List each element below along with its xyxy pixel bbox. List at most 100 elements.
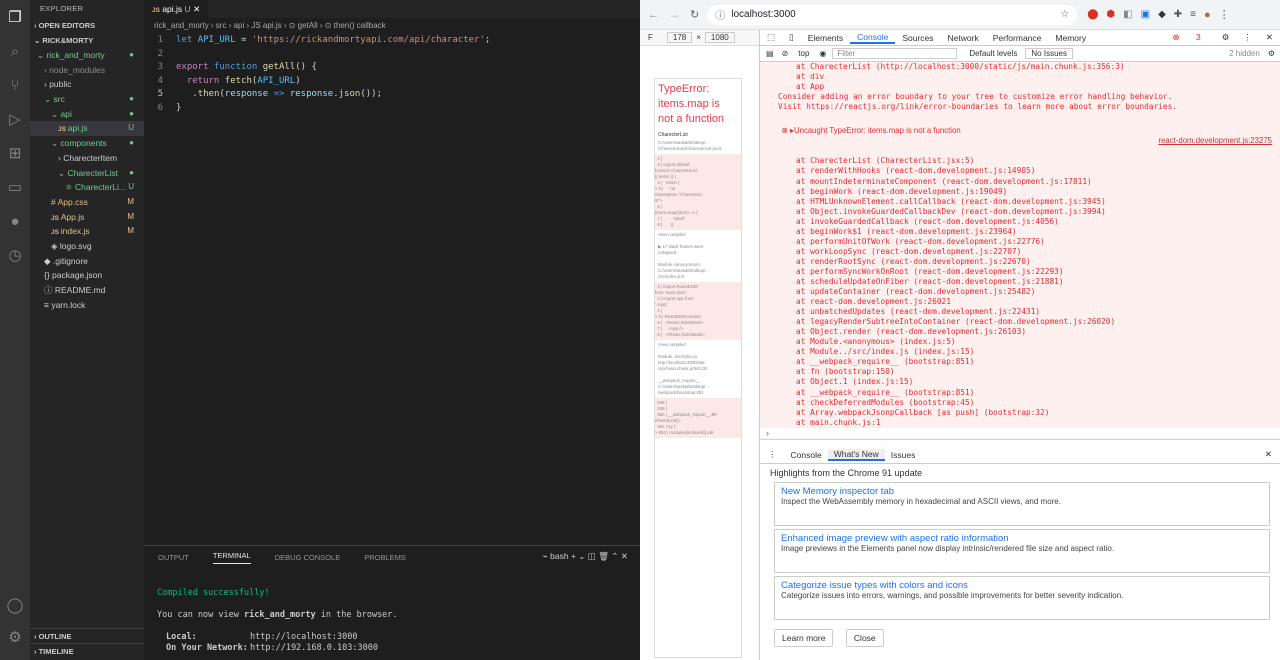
run-debug-icon[interactable]: ▷ bbox=[0, 102, 30, 136]
tree-item[interactable]: ⚛ CharecterLi... U bbox=[30, 180, 144, 195]
stack-frame[interactable]: at workLoopSync (react-dom.development.j… bbox=[760, 247, 1280, 257]
extension-icon-2[interactable]: ◧ bbox=[1123, 9, 1132, 20]
stack-frame[interactable]: at beginWork$1 (react-dom.development.js… bbox=[760, 227, 1280, 237]
split-icon[interactable]: ◫ bbox=[588, 551, 596, 561]
filter-input[interactable]: Filter bbox=[832, 48, 958, 59]
tree-item[interactable]: ≡ yarn.lock bbox=[30, 298, 144, 313]
eye-icon[interactable]: ◉ bbox=[819, 49, 826, 58]
levels-select[interactable]: Default levels bbox=[969, 49, 1017, 58]
panel-tab-output[interactable]: OUTPUT bbox=[158, 553, 189, 562]
console-prompt[interactable]: › bbox=[760, 427, 1280, 438]
panel-tab-debug-console[interactable]: DEBUG CONSOLE bbox=[275, 553, 340, 562]
close-button[interactable]: Close bbox=[845, 629, 884, 647]
tree-item[interactable]: {} package.json bbox=[30, 268, 144, 283]
back-icon[interactable]: ← bbox=[648, 9, 659, 21]
stack-frame[interactable]: at updateContainer (react-dom.developmen… bbox=[760, 287, 1280, 297]
tree-item[interactable]: ⌄ components ● bbox=[30, 136, 144, 151]
timeline-section[interactable]: › TIMELINE bbox=[30, 643, 144, 658]
github-icon[interactable]: ● bbox=[0, 204, 30, 238]
tab-memory[interactable]: Memory bbox=[1048, 33, 1093, 43]
console-settings-icon[interactable]: ⚙ bbox=[1268, 49, 1275, 58]
avatar[interactable]: ● bbox=[1204, 9, 1211, 21]
close-icon[interactable]: ✕ bbox=[193, 4, 200, 14]
drawer-close-icon[interactable]: ✕ bbox=[1265, 449, 1272, 460]
add-terminal-icon[interactable]: + bbox=[571, 551, 576, 561]
code-editor[interactable]: 1 let API_URL = 'https://rickandmortyapi.… bbox=[144, 34, 640, 115]
info-icon[interactable]: ⓘ bbox=[715, 7, 725, 22]
stack-frame[interactable]: at performUnitOfWork (react-dom.developm… bbox=[760, 237, 1280, 247]
whats-new-card[interactable]: Enhanced image preview with aspect ratio… bbox=[774, 529, 1270, 573]
tab-elements[interactable]: Elements bbox=[801, 33, 850, 43]
extensions-icon[interactable]: ⊞ bbox=[0, 136, 30, 170]
tree-item[interactable]: ⌄ api ● bbox=[30, 107, 144, 122]
remote-icon[interactable]: ▭ bbox=[0, 170, 30, 204]
tree-item[interactable]: JS index.js M bbox=[30, 224, 144, 239]
extension-icon-4[interactable]: ◆ bbox=[1158, 9, 1166, 20]
extension-icon-3[interactable]: ▣ bbox=[1141, 9, 1150, 20]
tree-item[interactable]: ⌄ rick_and_morty ● bbox=[30, 48, 144, 63]
adblock-icon[interactable]: ⬢ bbox=[1106, 9, 1115, 20]
height-input[interactable]: 1080 bbox=[704, 32, 735, 43]
width-input[interactable]: 178 bbox=[666, 32, 693, 43]
stack-frame[interactable]: at beginWork (react-dom.development.js:1… bbox=[760, 187, 1280, 197]
tab-api-js[interactable]: JS api.js U ✕ bbox=[144, 0, 209, 18]
sidebar-toggle-icon[interactable]: ▤ bbox=[766, 49, 774, 58]
tree-item[interactable]: ◈ logo.svg bbox=[30, 239, 144, 254]
tab-network[interactable]: Network bbox=[941, 33, 986, 43]
stack-frame[interactable]: at renderRootSync (react-dom.development… bbox=[760, 257, 1280, 267]
forward-icon[interactable]: → bbox=[669, 9, 680, 21]
inspect-icon[interactable]: ⬚ bbox=[760, 32, 782, 43]
media-icon[interactable]: ≡ bbox=[1190, 9, 1196, 20]
stack-frame[interactable]: at unbatchedUpdates (react-dom.developme… bbox=[760, 307, 1280, 317]
explorer-icon[interactable]: ❐ bbox=[0, 0, 30, 34]
uncaught-error[interactable]: ⊗ ▸Uncaught TypeError: items.map is not … bbox=[760, 116, 1280, 156]
tree-item[interactable]: ⌄ CharecterList ● bbox=[30, 166, 144, 181]
source-control-icon[interactable]: ⑂ bbox=[0, 68, 30, 102]
stack-frame[interactable]: at scheduleUpdateOnFiber (react-dom.deve… bbox=[760, 277, 1280, 287]
tree-item[interactable]: › CharecterItem bbox=[30, 151, 144, 166]
tree-item[interactable]: › public bbox=[30, 77, 144, 92]
stack-frame[interactable]: at main.chunk.js:1 bbox=[760, 418, 1280, 428]
outline-section[interactable]: › OUTLINE bbox=[30, 628, 144, 643]
devtools-settings-icon[interactable]: ⚙ bbox=[1215, 32, 1237, 43]
drawer-tab-issues[interactable]: Issues bbox=[885, 450, 922, 460]
device-toggle-icon[interactable]: ▯ bbox=[782, 32, 801, 43]
error-source-link[interactable]: react-dom.development.js:23275 bbox=[1158, 136, 1272, 146]
tree-item[interactable]: ⌄ src ● bbox=[30, 92, 144, 107]
tree-item[interactable]: JS api.js U bbox=[30, 121, 144, 137]
overlay-view-compiled[interactable]: View compiled bbox=[655, 232, 741, 238]
tree-item[interactable]: › node_modules bbox=[30, 63, 144, 78]
tree-item[interactable]: JS App.js M bbox=[30, 210, 144, 225]
trash-icon[interactable]: 🗑 bbox=[598, 551, 609, 561]
close-panel-icon[interactable]: ✕ bbox=[621, 551, 628, 561]
tab-sources[interactable]: Sources bbox=[895, 33, 940, 43]
context-select[interactable]: top bbox=[798, 49, 809, 58]
network-url[interactable]: http://192.168.0.103:3000 bbox=[250, 643, 378, 653]
panel-tab-problems[interactable]: PROBLEMS bbox=[364, 553, 406, 562]
stack-frame[interactable]: at invokeGuardedCallback (react-dom.deve… bbox=[760, 217, 1280, 227]
stack-frame[interactable]: at Object.invokeGuardedCallbackDev (reac… bbox=[760, 207, 1280, 217]
bookmark-star-icon[interactable]: ☆ bbox=[1060, 9, 1069, 20]
stack-frame[interactable]: at checkDeferredModules (bootstrap:45) bbox=[760, 398, 1280, 408]
stack-frame[interactable]: at Object.1 (index.js:15) bbox=[760, 377, 1280, 387]
card-title[interactable]: Categorize issue types with colors and i… bbox=[781, 580, 1263, 591]
stack-frame[interactable]: at Array.webpackJsonpCallback [as push] … bbox=[760, 408, 1280, 418]
panel-tab-terminal[interactable]: TERMINAL bbox=[212, 551, 251, 564]
chevron-down-icon[interactable]: ⌄ bbox=[578, 551, 585, 561]
project-section[interactable]: ⌄ RICK&MORTY bbox=[30, 33, 144, 48]
stack-frame[interactable]: at react-dom.development.js:26021 bbox=[760, 297, 1280, 307]
breadcrumb[interactable]: rick_and_morty › src › api › JS api.js ›… bbox=[144, 18, 640, 34]
overlay-view-compiled-2[interactable]: View compiled bbox=[655, 342, 741, 348]
issues-button[interactable]: No Issues bbox=[1025, 48, 1073, 59]
devtools-close-icon[interactable]: ✕ bbox=[1259, 32, 1280, 43]
overlay-collapsed[interactable]: ▶ 17 stack frames were collapsed. bbox=[655, 244, 741, 256]
tab-console[interactable]: Console bbox=[850, 32, 896, 44]
stack-frame[interactable]: at CharecterList (CharecterList.jsx:5) bbox=[760, 156, 1280, 166]
stack-frame[interactable]: at legacyRenderSubtreeIntoContainer (rea… bbox=[760, 317, 1280, 327]
tab-performance[interactable]: Performance bbox=[986, 33, 1049, 43]
extension-icon-1[interactable]: ⬤ bbox=[1087, 9, 1098, 20]
drawer-menu-icon[interactable]: ⋮ bbox=[768, 449, 777, 460]
stack-frame[interactable]: at performSyncWorkOnRoot (react-dom.deve… bbox=[760, 267, 1280, 277]
stack-frame[interactable]: at Module../src/index.js (index.js:15) bbox=[760, 347, 1280, 357]
shell-name[interactable]: bash bbox=[550, 551, 568, 561]
